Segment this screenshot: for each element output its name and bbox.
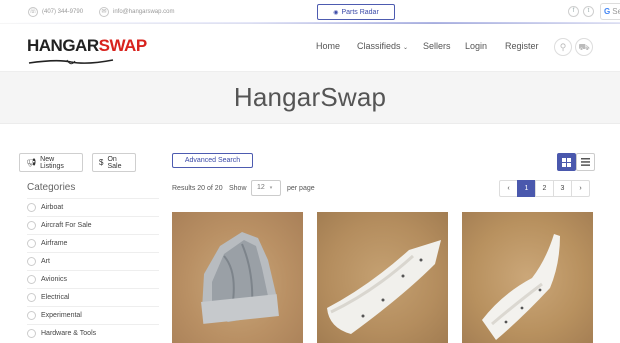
pagination-next[interactable]: ›	[571, 180, 590, 197]
pagination-page[interactable]: 3	[553, 180, 572, 197]
email-icon: ✉	[99, 7, 109, 17]
google-widget-label: Se	[612, 7, 620, 16]
category-label: Airframe	[41, 240, 68, 247]
radio-icon	[27, 221, 36, 230]
nav-register[interactable]: Register	[505, 41, 539, 51]
radio-icon	[27, 239, 36, 248]
grid-icon	[562, 157, 571, 167]
on-sale-button[interactable]: $ On Sale	[92, 153, 136, 172]
nav-login[interactable]: Login	[465, 41, 487, 51]
listing-card-image[interactable]	[317, 212, 448, 343]
category-item[interactable]: Avionics	[27, 270, 159, 288]
category-label: Art	[41, 258, 50, 265]
megaphone-icon: 📢︎	[26, 158, 37, 167]
category-item[interactable]: Airboat	[27, 198, 159, 216]
show-label: Show	[229, 185, 247, 192]
category-label: Aircraft For Sale	[41, 222, 92, 229]
google-translate-widget[interactable]: G Se	[600, 3, 620, 20]
twitter-icon[interactable]: t	[583, 6, 594, 17]
category-label: Electrical	[41, 294, 70, 301]
nav-sellers[interactable]: Sellers	[423, 41, 451, 51]
radio-icon	[27, 275, 36, 284]
results-count: Results 20 of 20	[172, 185, 223, 192]
top-utility-bar: ☏ (407) 344-9790 ✉ info@hangarswap.com ◉…	[0, 0, 620, 24]
site-header: HANGARSWAP Home Classifieds ⌄ Sellers Lo…	[0, 24, 620, 72]
category-item[interactable]: Airframe	[27, 234, 159, 252]
listing-card-image[interactable]	[172, 212, 303, 343]
rss-icon: ◉	[333, 9, 339, 16]
pagination-prev[interactable]: ‹	[499, 180, 518, 197]
logo-text-hangar: HANGAR	[27, 36, 99, 55]
listing-card-image[interactable]	[462, 212, 593, 343]
category-item[interactable]: Art	[27, 252, 159, 270]
page-banner: HangarSwap	[0, 72, 620, 124]
nav-classifieds-label: Classifieds	[357, 41, 401, 51]
parts-radar-button[interactable]: ◉ Parts Radar	[317, 4, 395, 20]
phone-number: (407) 344-9790	[42, 9, 84, 15]
radio-icon	[27, 293, 36, 302]
search-icon[interactable]: ⚲	[554, 38, 572, 56]
facebook-icon[interactable]: f	[568, 6, 579, 17]
part-photo	[327, 240, 441, 334]
on-sale-label: On Sale	[107, 155, 122, 170]
chevron-down-icon: ▾	[269, 185, 273, 191]
list-icon	[581, 158, 590, 166]
per-page-label: per page	[287, 185, 315, 192]
email-contact[interactable]: ✉ info@hangarswap.com	[99, 7, 174, 17]
dollar-icon: $	[99, 158, 104, 167]
part-photo	[482, 234, 560, 340]
page-title: HangarSwap	[233, 82, 387, 112]
radio-icon	[27, 257, 36, 266]
logo-text-swap: SWAP	[98, 36, 148, 55]
nav-classifieds[interactable]: Classifieds ⌄	[357, 41, 408, 51]
category-list: Airboat Aircraft For Sale Airframe Art A…	[27, 198, 159, 342]
per-page-select[interactable]: 12 ▾	[251, 180, 281, 196]
new-listings-button[interactable]: 📢︎ New Listings	[19, 153, 83, 172]
phone-contact[interactable]: ☏ (407) 344-9790	[28, 7, 83, 17]
categories-heading: Categories	[27, 182, 76, 193]
site-logo[interactable]: HANGARSWAP	[27, 37, 147, 54]
email-address: info@hangarswap.com	[113, 9, 175, 15]
pagination-page[interactable]: 2	[535, 180, 554, 197]
category-label: Airboat	[41, 204, 64, 211]
radio-icon	[27, 203, 36, 212]
category-item[interactable]: Aircraft For Sale	[27, 216, 159, 234]
radio-icon	[27, 311, 36, 320]
propeller-logo-icon	[28, 59, 114, 65]
new-listings-label: New Listings	[40, 155, 64, 170]
category-item[interactable]: Electrical	[27, 288, 159, 306]
category-label: Experimental	[41, 312, 82, 319]
cart-icon[interactable]: ⛟	[575, 38, 593, 56]
radio-icon	[27, 329, 36, 338]
category-item[interactable]: Experimental	[27, 306, 159, 324]
advanced-search-button[interactable]: Advanced Search	[172, 153, 253, 168]
part-photo	[201, 232, 279, 324]
pagination: ‹ 1 2 3 ›	[499, 180, 590, 197]
nav-home[interactable]: Home	[316, 41, 340, 51]
category-item[interactable]: Hardware & Tools	[27, 324, 159, 342]
category-label: Avionics	[41, 276, 67, 283]
chevron-down-icon: ⌄	[403, 45, 409, 51]
list-view-button[interactable]	[576, 153, 595, 171]
grid-view-button[interactable]	[557, 153, 576, 171]
pagination-page[interactable]: 1	[517, 180, 536, 197]
per-page-value: 12	[257, 184, 265, 191]
phone-icon: ☏	[28, 7, 38, 17]
google-icon: G	[604, 7, 611, 16]
category-label: Hardware & Tools	[41, 330, 97, 337]
parts-radar-label: Parts Radar	[341, 8, 379, 16]
